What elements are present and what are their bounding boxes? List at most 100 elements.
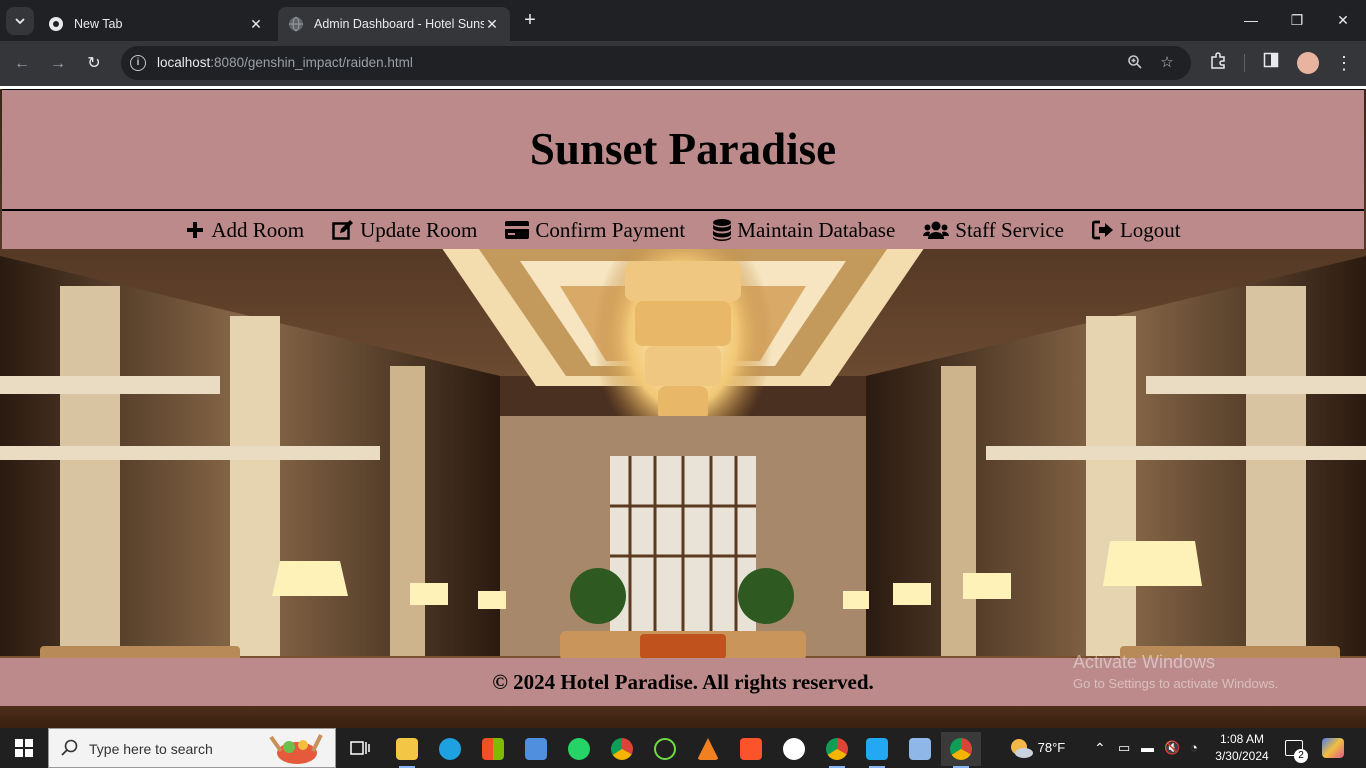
toolbar-divider bbox=[1244, 54, 1245, 72]
vscode-icon bbox=[866, 738, 888, 760]
nav-label: Staff Service bbox=[955, 217, 1064, 242]
browser-toolbar: ← → ↻ i localhost:8080/genshin_impact/ra… bbox=[0, 41, 1366, 86]
taskbar-chrome[interactable] bbox=[602, 732, 642, 766]
nav-label: Update Room bbox=[360, 217, 478, 242]
copyright-text: © 2024 Hotel Paradise. All rights reserv… bbox=[492, 670, 874, 694]
database-icon bbox=[713, 219, 732, 241]
new-tab-button[interactable]: + bbox=[518, 9, 542, 33]
copilot-icon[interactable] bbox=[1322, 738, 1344, 758]
search-placeholder: Type here to search bbox=[89, 741, 213, 757]
nav-logout[interactable]: Logout bbox=[1091, 217, 1181, 243]
taskbar-brave[interactable] bbox=[731, 732, 771, 766]
page-viewport: Sunset Paradise Add Room Update Room Con… bbox=[0, 86, 1366, 728]
chrome-icon bbox=[950, 738, 972, 760]
close-tab-icon[interactable]: ✕ bbox=[248, 16, 264, 33]
credit-card-icon bbox=[505, 221, 530, 239]
app-circle-icon bbox=[783, 738, 805, 760]
close-tab-icon[interactable]: ✕ bbox=[484, 16, 500, 33]
sign-out-icon bbox=[1091, 220, 1113, 240]
windows-taskbar: Type here to search 78°F ⌃ ▭ ▬ 🔇 ◔ 1:08 … bbox=[0, 728, 1366, 768]
address-bar[interactable]: i localhost:8080/genshin_impact/raiden.h… bbox=[121, 46, 1191, 80]
tray-meet-icon[interactable]: ▭ bbox=[1118, 728, 1130, 768]
nav-label: Add Room bbox=[211, 217, 305, 242]
taskbar-search-box[interactable]: Type here to search bbox=[48, 728, 336, 768]
chrome-icon bbox=[49, 17, 63, 31]
notification-count: 2 bbox=[1294, 749, 1308, 763]
tray-wifi-icon[interactable]: ◔ bbox=[1190, 728, 1198, 768]
tab-title: New Tab bbox=[74, 17, 123, 31]
edge-icon bbox=[439, 738, 461, 760]
weather-widget[interactable]: 78°F bbox=[1008, 728, 1065, 768]
windows-logo-icon bbox=[15, 739, 33, 757]
start-button[interactable] bbox=[0, 728, 48, 768]
taskbar-virtualbox[interactable] bbox=[900, 732, 940, 766]
bookmark-star-icon[interactable]: ☆ bbox=[1158, 54, 1176, 72]
profile-avatar[interactable] bbox=[1297, 52, 1319, 74]
whatsapp-icon bbox=[568, 738, 590, 760]
admin-nav: Add Room Update Room Confirm Payment Mai… bbox=[2, 211, 1364, 249]
plus-icon bbox=[187, 222, 204, 238]
taskbar-file-explorer[interactable] bbox=[387, 732, 427, 768]
tab-title: Admin Dashboard - Hotel Sunset Paradise bbox=[314, 17, 484, 31]
search-icon bbox=[61, 739, 78, 756]
minimize-button[interactable]: — bbox=[1228, 0, 1274, 41]
taskbar-app-circle[interactable] bbox=[774, 732, 814, 766]
mail-icon bbox=[525, 738, 547, 760]
nav-staff-service[interactable]: Staff Service bbox=[923, 218, 1064, 243]
taskbar-vlc[interactable] bbox=[688, 732, 728, 766]
tray-volume-muted-icon[interactable]: 🔇 bbox=[1164, 728, 1180, 768]
taskbar-chrome-active[interactable] bbox=[941, 732, 981, 768]
globe-icon bbox=[289, 16, 303, 32]
store-icon bbox=[482, 738, 504, 760]
activate-windows-subtitle: Go to Settings to activate Windows. bbox=[1073, 676, 1279, 691]
nav-add-room[interactable]: Add Room bbox=[185, 218, 304, 243]
tray-battery-icon[interactable]: ▬ bbox=[1141, 728, 1154, 768]
upwork-icon bbox=[654, 738, 676, 760]
nav-confirm-payment[interactable]: Confirm Payment bbox=[505, 218, 685, 243]
menu-kebab-icon[interactable]: ⋮ bbox=[1333, 52, 1355, 74]
nav-label: Maintain Database bbox=[737, 217, 896, 242]
folder-icon bbox=[396, 738, 418, 760]
taskbar-edge[interactable] bbox=[430, 732, 470, 766]
site-title: Sunset Paradise bbox=[529, 124, 837, 174]
chevron-down-icon bbox=[15, 18, 25, 25]
close-window-button[interactable]: ✕ bbox=[1320, 0, 1366, 41]
box-icon bbox=[909, 738, 931, 760]
edit-icon bbox=[332, 220, 354, 240]
forward-button[interactable]: → bbox=[45, 51, 71, 77]
site-header: Sunset Paradise bbox=[2, 89, 1364, 211]
nav-label: Confirm Payment bbox=[535, 217, 686, 242]
nav-update-room[interactable]: Update Room bbox=[332, 218, 477, 243]
taskbar-store[interactable] bbox=[473, 732, 513, 766]
vlc-icon bbox=[697, 738, 719, 760]
taskbar-upwork[interactable] bbox=[645, 732, 685, 766]
tab-search-button[interactable] bbox=[6, 7, 34, 35]
tab-new-tab[interactable]: New Tab ✕ bbox=[38, 7, 274, 41]
search-highlight-icon bbox=[269, 734, 323, 764]
tray-chevron-up-icon[interactable]: ⌃ bbox=[1094, 728, 1106, 768]
site-info-icon[interactable]: i bbox=[130, 55, 146, 71]
brave-icon bbox=[740, 738, 762, 760]
weather-temp: 78°F bbox=[1037, 740, 1066, 755]
clock-time: 1:08 AM bbox=[1219, 732, 1265, 746]
nav-label: Logout bbox=[1119, 217, 1181, 242]
task-view-button[interactable] bbox=[340, 732, 380, 766]
taskbar-vscode[interactable] bbox=[857, 732, 897, 768]
users-icon bbox=[923, 221, 950, 239]
task-view-icon bbox=[350, 741, 370, 755]
taskbar-mail[interactable] bbox=[516, 732, 556, 766]
nav-maintain-database[interactable]: Maintain Database bbox=[713, 218, 895, 243]
reload-button[interactable]: ↻ bbox=[81, 51, 107, 77]
browser-tabstrip: New Tab ✕ Admin Dashboard - Hotel Sunset… bbox=[0, 0, 1366, 41]
restore-button[interactable]: ❐ bbox=[1274, 0, 1320, 41]
back-button[interactable]: ← bbox=[9, 51, 35, 77]
taskbar-clock[interactable]: 1:08 AM 3/30/2024 bbox=[1212, 731, 1272, 765]
zoom-icon[interactable] bbox=[1126, 54, 1144, 72]
side-panel-icon[interactable] bbox=[1260, 52, 1282, 74]
clock-date: 3/30/2024 bbox=[1215, 749, 1269, 763]
extensions-icon[interactable] bbox=[1207, 52, 1229, 74]
tab-admin-dashboard[interactable]: Admin Dashboard - Hotel Sunset Paradise … bbox=[278, 7, 510, 41]
taskbar-whatsapp[interactable] bbox=[559, 732, 599, 766]
url-text[interactable]: localhost:8080/genshin_impact/raiden.htm… bbox=[157, 55, 413, 70]
taskbar-chrome-profile[interactable] bbox=[817, 732, 857, 768]
